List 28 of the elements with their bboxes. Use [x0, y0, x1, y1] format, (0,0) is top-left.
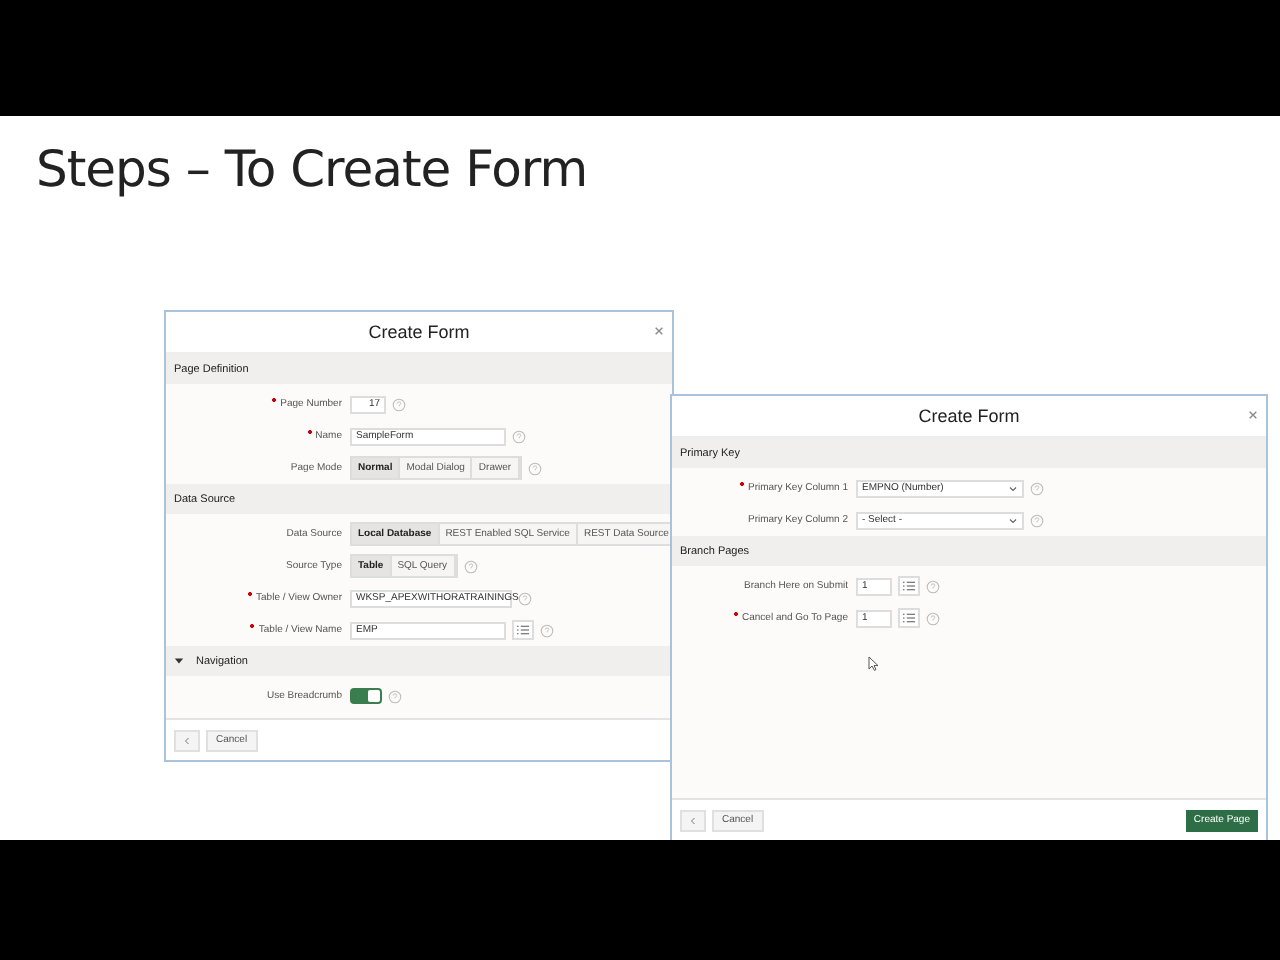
cursor-icon	[868, 656, 880, 672]
list-icon[interactable]	[512, 620, 534, 640]
help-icon[interactable]	[512, 429, 526, 443]
help-icon[interactable]	[1030, 513, 1044, 527]
chevron-left-icon	[184, 735, 190, 745]
chevron-left-icon	[690, 815, 696, 825]
help-icon[interactable]	[518, 591, 532, 605]
help-icon[interactable]	[926, 611, 940, 625]
collapse-icon[interactable]	[174, 656, 184, 666]
help-icon[interactable]	[392, 397, 406, 411]
back-button[interactable]	[174, 729, 200, 751]
slide-title: Steps – To Create Form	[36, 140, 588, 198]
close-icon[interactable]	[1248, 410, 1258, 420]
help-icon[interactable]	[540, 623, 554, 637]
dialog-title: Create Form	[368, 322, 470, 342]
help-icon[interactable]	[527, 461, 542, 475]
list-icon[interactable]	[898, 608, 920, 628]
list-icon[interactable]	[898, 576, 920, 596]
dialog-title: Create Form	[918, 406, 1020, 426]
help-icon[interactable]	[463, 559, 478, 573]
caret-icon	[1008, 485, 1018, 491]
back-button[interactable]	[680, 809, 706, 831]
help-icon[interactable]	[388, 689, 402, 703]
help-icon[interactable]	[926, 579, 940, 593]
toggle-switch[interactable]	[350, 688, 382, 704]
help-icon[interactable]	[1030, 481, 1044, 495]
caret-icon	[1008, 517, 1018, 523]
close-icon[interactable]	[654, 326, 664, 336]
